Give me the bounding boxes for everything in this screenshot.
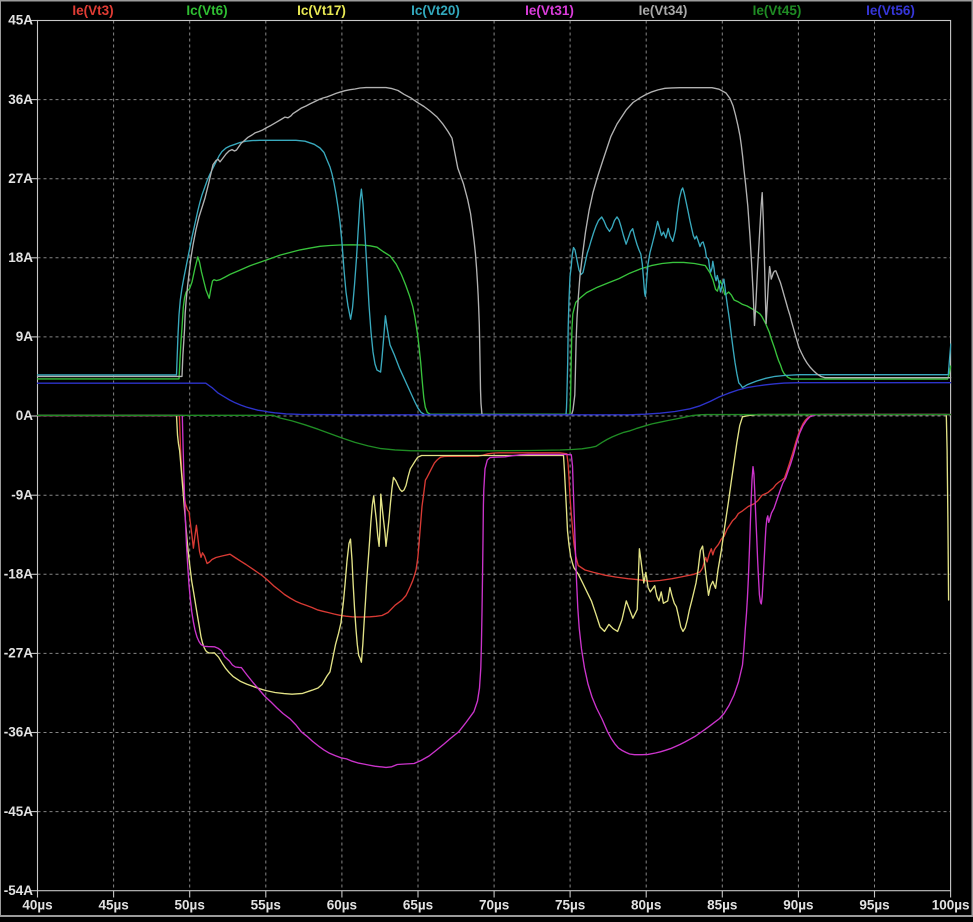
svg-text:Ic(Vt20): Ic(Vt20) — [411, 3, 460, 18]
svg-text:-27A: -27A — [4, 646, 34, 661]
svg-text:65µs: 65µs — [403, 898, 433, 913]
svg-text:55µs: 55µs — [251, 898, 281, 913]
svg-text:45µs: 45µs — [98, 898, 128, 913]
svg-text:-9A: -9A — [11, 487, 33, 502]
svg-text:Ie(Vt56): Ie(Vt56) — [866, 3, 915, 18]
svg-text:40µs: 40µs — [22, 898, 52, 913]
svg-text:50µs: 50µs — [175, 898, 205, 913]
svg-text:70µs: 70µs — [479, 898, 509, 913]
svg-text:45A: 45A — [8, 13, 33, 28]
svg-text:36A: 36A — [8, 92, 33, 107]
svg-text:Ie(Vt31): Ie(Vt31) — [525, 3, 574, 18]
svg-text:-54A: -54A — [4, 883, 34, 898]
svg-text:-36A: -36A — [4, 725, 34, 740]
svg-text:9A: 9A — [16, 329, 34, 344]
svg-text:Ic(Vt17): Ic(Vt17) — [297, 3, 346, 18]
svg-text:Ic(Vt6): Ic(Vt6) — [186, 3, 227, 18]
svg-text:18A: 18A — [8, 250, 33, 265]
svg-text:Ie(Vt34): Ie(Vt34) — [639, 3, 688, 18]
svg-text:100µs: 100µs — [932, 898, 970, 913]
svg-text:60µs: 60µs — [327, 898, 357, 913]
svg-text:-45A: -45A — [4, 804, 34, 819]
svg-text:90µs: 90µs — [783, 898, 813, 913]
svg-text:Ie(Vt45): Ie(Vt45) — [753, 3, 802, 18]
svg-text:-18A: -18A — [4, 567, 34, 582]
svg-text:85µs: 85µs — [707, 898, 737, 913]
svg-text:75µs: 75µs — [555, 898, 585, 913]
svg-text:0A: 0A — [16, 408, 34, 423]
svg-text:Ie(Vt3): Ie(Vt3) — [72, 3, 113, 18]
svg-text:27A: 27A — [8, 171, 33, 186]
svg-text:95µs: 95µs — [859, 898, 889, 913]
svg-text:80µs: 80µs — [631, 898, 661, 913]
